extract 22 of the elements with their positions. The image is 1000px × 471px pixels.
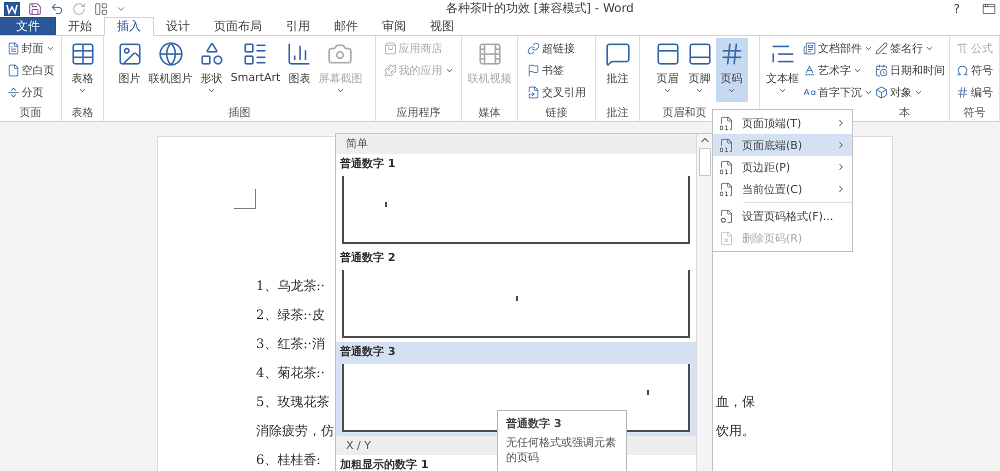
- group-label: 页眉和页: [662, 104, 708, 120]
- document-text: 1、乌龙茶:·: [256, 278, 325, 295]
- group-label: 链接: [544, 104, 568, 120]
- document-text: 消除疲劳，仿: [256, 423, 334, 440]
- group-label: 批注: [606, 104, 630, 120]
- group-label: 页面: [18, 104, 42, 120]
- group-label: 应用程序: [396, 104, 442, 120]
- group-label: 媒体: [478, 104, 502, 120]
- group-label: 符号: [962, 104, 986, 120]
- document-text: 饮用。: [716, 423, 755, 440]
- group-label: 表格: [70, 104, 94, 120]
- document-text: 血，保: [716, 394, 755, 411]
- group-label: 本: [898, 104, 911, 120]
- document-text: 4、菊花茶:·: [256, 365, 325, 382]
- tooltip-title: 普通数字 3: [506, 416, 562, 431]
- document-text: 2、绿茶:·皮: [256, 307, 325, 324]
- document-text: 6、桂桂香:: [256, 452, 321, 469]
- window-title: 各种茶叶的功效 [兼容模式] - Word: [444, 0, 635, 17]
- document-text: 5、玫瑰花茶: [256, 394, 330, 411]
- group-label: 插图: [228, 104, 252, 120]
- gallery-section-header: 简单: [336, 134, 696, 154]
- document-text: 3、红茶:·消: [256, 336, 325, 353]
